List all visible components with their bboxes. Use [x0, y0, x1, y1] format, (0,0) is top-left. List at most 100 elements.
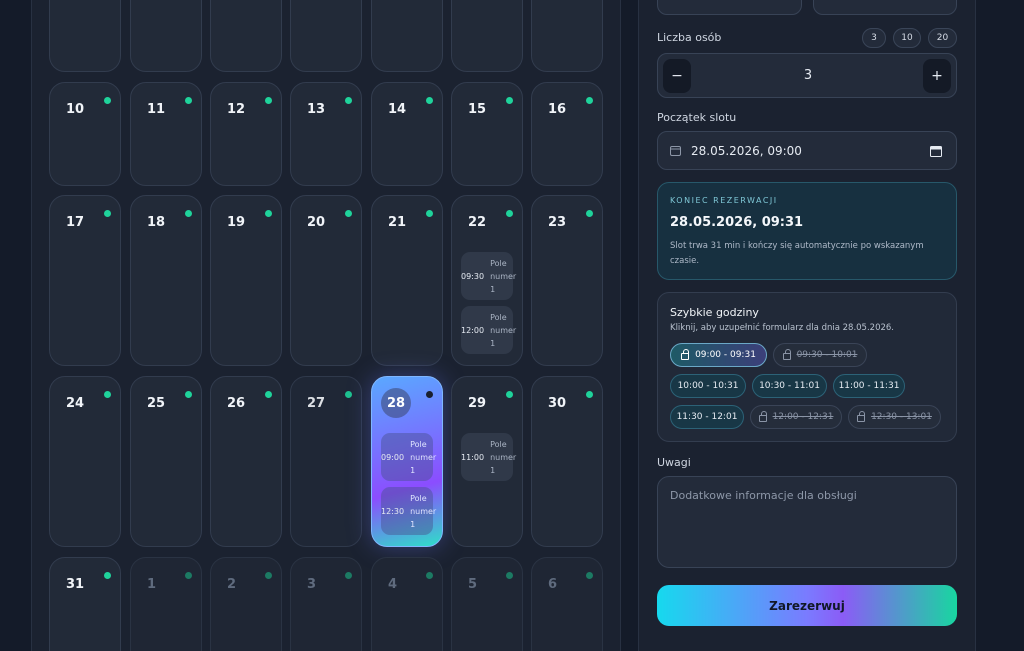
people-preset-10[interactable]: 10 — [893, 28, 921, 48]
time-slot[interactable]: 12:30 - 13:01 — [848, 405, 941, 429]
calendar-day[interactable]: 16 — [531, 82, 603, 186]
availability-dot — [506, 210, 513, 217]
day-number: 28 — [381, 388, 411, 418]
top-left-field[interactable] — [657, 0, 802, 15]
calendar-day[interactable]: 5 — [451, 557, 523, 651]
calendar-day[interactable]: 15 — [451, 82, 523, 186]
day-number: 2 — [227, 577, 237, 592]
calendar-day[interactable] — [210, 0, 282, 72]
time-slot-label: 09:30 - 10:01 — [796, 350, 858, 360]
end-value: 28.05.2026, 09:31 — [670, 215, 804, 230]
time-slot[interactable]: 12:00 - 12:31 — [750, 405, 842, 429]
day-number: 26 — [227, 396, 246, 411]
calendar-day[interactable] — [290, 0, 362, 72]
event-chip[interactable]: 12:00 Pole numer 1 — [461, 306, 516, 354]
notes-textarea[interactable] — [657, 476, 957, 568]
people-preset-3[interactable]: 3 — [862, 28, 886, 48]
calendar-day[interactable]: 26 — [210, 376, 282, 547]
time-slot-label: 10:00 - 10:31 — [677, 381, 739, 391]
people-stepper: − 3 + — [657, 53, 957, 98]
calendar-day[interactable] — [49, 0, 121, 72]
calendar-day[interactable]: 21 — [371, 195, 443, 366]
availability-dot — [506, 97, 513, 104]
availability-dot — [426, 572, 433, 579]
calendar-day[interactable]: 19 — [210, 195, 282, 366]
quick-subtitle: Kliknij, aby uzupełnić formularz dla dni… — [670, 323, 894, 333]
calendar-day[interactable]: 3 — [290, 557, 362, 651]
calendar-day[interactable]: 25 — [130, 376, 202, 547]
availability-dot — [586, 391, 593, 398]
time-slot[interactable]: 10:30 - 11:01 — [752, 374, 827, 398]
calendar-picker-icon[interactable] — [930, 145, 942, 157]
event-chip[interactable]: 11:00 Pole numer 1 — [461, 433, 516, 481]
calendar-day[interactable]: 6 — [531, 557, 603, 651]
day-number: 21 — [388, 215, 407, 230]
lock-icon — [758, 410, 767, 422]
calendar-day[interactable]: 29 11:00 Pole numer 1 — [451, 376, 523, 547]
event-chip[interactable]: 09:30 Pole numer 1 — [461, 252, 516, 300]
availability-dot — [345, 572, 352, 579]
day-number: 6 — [548, 577, 558, 592]
calendar-day[interactable]: 13 — [290, 82, 362, 186]
availability-dot — [104, 572, 111, 579]
time-slot[interactable]: 09:00 - 09:31 — [670, 343, 767, 367]
calendar-day[interactable]: 14 — [371, 82, 443, 186]
calendar-day[interactable]: 22 09:30 Pole numer 1 12:00 Pole numer 1 — [451, 195, 523, 366]
calendar-day[interactable]: 30 — [531, 376, 603, 547]
top-right-field[interactable] — [813, 0, 957, 15]
calendar-day[interactable]: 17 — [49, 195, 121, 366]
calendar-day[interactable] — [451, 0, 523, 72]
availability-dot — [265, 391, 272, 398]
availability-dot — [265, 97, 272, 104]
time-slot[interactable]: 11:00 - 11:31 — [833, 374, 905, 398]
calendar-day[interactable]: 1 — [130, 557, 202, 651]
event-time: 11:00 — [461, 452, 485, 462]
event-label: Pole numer 1 — [410, 493, 437, 529]
time-slot[interactable]: 11:30 - 12:01 — [670, 405, 744, 429]
availability-dot — [426, 391, 433, 398]
availability-dot — [586, 97, 593, 104]
calendar-day[interactable]: 4 — [371, 557, 443, 651]
day-number: 20 — [307, 215, 326, 230]
availability-dot — [185, 210, 192, 217]
quick-title: Szybkie godziny — [670, 306, 759, 319]
calendar-day[interactable]: 18 — [130, 195, 202, 366]
calendar-day[interactable]: 24 — [49, 376, 121, 547]
calendar-day[interactable]: 11 — [130, 82, 202, 186]
calendar-day[interactable] — [531, 0, 603, 72]
event-time: 12:00 — [461, 325, 485, 335]
calendar-day[interactable]: 23 — [531, 195, 603, 366]
availability-dot — [185, 97, 192, 104]
calendar-day[interactable]: 2 — [210, 557, 282, 651]
event-time: 09:30 — [461, 271, 485, 281]
calendar-day[interactable] — [130, 0, 202, 72]
availability-dot — [185, 391, 192, 398]
calendar-day[interactable]: 28 09:00 Pole numer 1 12:30 Pole numer 1 — [371, 376, 443, 547]
time-slot[interactable]: 09:30 - 10:01 — [773, 343, 867, 367]
calendar-day[interactable] — [371, 0, 443, 72]
calendar-day[interactable]: 10 — [49, 82, 121, 186]
lock-icon — [782, 348, 791, 360]
time-slot[interactable]: 10:00 - 10:31 — [670, 374, 746, 398]
calendar-day[interactable]: 27 — [290, 376, 362, 547]
people-preset-20[interactable]: 20 — [928, 28, 957, 48]
day-number: 18 — [147, 215, 166, 230]
increment-button[interactable]: + — [923, 59, 951, 93]
calendar-day[interactable]: 31 — [49, 557, 121, 651]
slot-start-label: Początek slotu — [657, 111, 737, 124]
event-chip[interactable]: 12:30 Pole numer 1 — [381, 487, 437, 535]
event-time: 09:00 — [381, 452, 405, 462]
availability-dot — [265, 210, 272, 217]
end-kicker: KONIEC REZERWACJI — [670, 196, 778, 205]
calendar-day[interactable]: 20 — [290, 195, 362, 366]
event-chip[interactable]: 09:00 Pole numer 1 — [381, 433, 436, 481]
time-slot-label: 11:30 - 12:01 — [676, 412, 738, 422]
reserve-button[interactable]: Zarezerwuj — [657, 585, 957, 626]
day-number: 19 — [227, 215, 246, 230]
people-value[interactable]: 3 — [658, 68, 958, 83]
day-number: 24 — [66, 396, 85, 411]
slot-start-input[interactable]: 28.05.2026, 09:00 — [657, 131, 957, 170]
calendar-day[interactable]: 12 — [210, 82, 282, 186]
availability-dot — [345, 391, 352, 398]
availability-dot — [586, 210, 593, 217]
